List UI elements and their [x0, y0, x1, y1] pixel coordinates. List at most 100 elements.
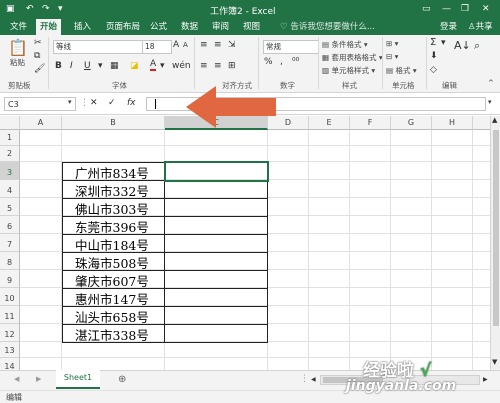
restore-icon[interactable]: ❐ [461, 4, 469, 14]
cell-b12[interactable]: 湛江市338号 [62, 324, 165, 343]
underline-dropdown-icon[interactable]: ▾ [98, 61, 103, 71]
active-cell-selection[interactable] [164, 161, 269, 182]
borders-icon[interactable]: ▦ [110, 61, 119, 71]
column-header-b[interactable]: B [62, 116, 165, 130]
find-select-icon[interactable]: ⌕ [474, 39, 480, 53]
cut-icon[interactable]: ✂ [34, 38, 42, 48]
wrap-text-icon[interactable]: ⇲ [228, 40, 236, 50]
cell-c9[interactable] [164, 270, 268, 289]
row-header[interactable]: 12 [0, 324, 20, 342]
tab-insert[interactable]: 插入 [70, 19, 95, 35]
cell-b8[interactable]: 珠海市508号 [62, 252, 165, 271]
tab-page-layout[interactable]: 页面布局 [102, 19, 144, 35]
autosum-icon[interactable]: Σ [430, 37, 436, 48]
cell-c4[interactable] [164, 180, 268, 199]
cell-b11[interactable]: 汕头市658号 [62, 306, 165, 325]
row-header[interactable]: 4 [0, 180, 20, 198]
paste-icon[interactable]: 📋 [8, 38, 28, 57]
row-header[interactable]: 11 [0, 306, 20, 324]
delete-cells-icon[interactable]: ⊟ ▾ [386, 52, 398, 61]
sort-filter-icon[interactable]: A↓ [454, 39, 471, 52]
insert-function-button[interactable]: fx [127, 98, 136, 108]
cell-styles-button[interactable]: ▨ 单元格样式 ▾ [322, 65, 375, 76]
enter-button[interactable]: ✓ [108, 98, 116, 108]
tab-review[interactable]: 审阅 [208, 19, 233, 35]
number-format-dropdown[interactable]: 常规 [263, 40, 319, 54]
font-color-button[interactable]: A [150, 59, 157, 71]
prev-sheet-icon[interactable]: ◀ [14, 375, 19, 383]
worksheet-grid[interactable]: A B C D E F G H 1 2 3 4 5 6 7 8 9 10 11 … [0, 116, 490, 370]
select-all-corner[interactable] [0, 116, 20, 130]
scroll-down-icon[interactable]: ▼ [492, 358, 497, 366]
minimize-icon[interactable]: — [442, 4, 451, 14]
cell-b10[interactable]: 惠州市147号 [62, 288, 165, 307]
scroll-up-icon[interactable]: ▲ [492, 116, 497, 124]
tab-file[interactable]: 文件 [6, 19, 31, 35]
cell-b6[interactable]: 东莞市396号 [62, 216, 165, 235]
row-header[interactable]: 2 [0, 146, 20, 162]
name-box[interactable]: C3 [4, 97, 76, 111]
align-top-icon[interactable]: ≡ [200, 40, 208, 50]
cell-c5[interactable] [164, 198, 268, 217]
resize-handle-icon[interactable]: ⋮ [80, 98, 89, 108]
insert-cells-icon[interactable]: ⊞ ▾ [386, 39, 398, 48]
expand-formula-bar-icon[interactable]: ▾ [488, 98, 492, 106]
add-sheet-icon[interactable]: ⊕ [118, 374, 126, 385]
save-icon[interactable]: ▣ [6, 4, 15, 14]
login-link[interactable]: 登录 [436, 19, 461, 35]
customize-qat-icon[interactable]: ▾ [58, 4, 63, 14]
row-header[interactable]: 10 [0, 288, 20, 306]
format-as-table-button[interactable]: ▦ 套用表格格式 ▾ [322, 52, 383, 63]
autosum-dropdown-icon[interactable]: ▾ [441, 38, 446, 48]
shrink-font-icon[interactable]: A [183, 41, 188, 49]
tab-split-handle-icon[interactable]: ⋮ [300, 374, 309, 384]
cell-c11[interactable] [164, 306, 268, 325]
underline-button[interactable]: U [84, 61, 91, 71]
fill-color-icon[interactable]: ◪ [130, 61, 139, 71]
row-header[interactable]: 5 [0, 198, 20, 216]
copy-icon[interactable]: ⧉ [34, 51, 40, 61]
row-header[interactable]: 14 [0, 358, 20, 370]
font-size-dropdown[interactable]: 18 [142, 40, 172, 54]
phonetic-icon[interactable]: wén [172, 61, 191, 71]
sheet-tab-sheet1[interactable]: Sheet1 [56, 370, 100, 389]
paste-label[interactable]: 粘贴 [10, 57, 25, 68]
next-sheet-icon[interactable]: ▶ [36, 375, 41, 383]
tab-formulas[interactable]: 公式 [146, 19, 171, 35]
cell-b4[interactable]: 深圳市332号 [62, 180, 165, 199]
collapse-ribbon-icon[interactable]: ^ [488, 79, 494, 87]
cell-b5[interactable]: 佛山市303号 [62, 198, 165, 217]
row-header[interactable]: 6 [0, 216, 20, 234]
cell-c6[interactable] [164, 216, 268, 235]
scroll-left-icon[interactable]: ◀ [311, 376, 316, 383]
row-header[interactable]: 9 [0, 270, 20, 288]
column-header-i[interactable] [473, 116, 490, 130]
cell-b3[interactable]: 广州市834号 [62, 162, 165, 181]
row-header[interactable]: 8 [0, 252, 20, 270]
tab-view[interactable]: 视图 [239, 19, 264, 35]
scroll-right-icon[interactable]: ▶ [483, 376, 488, 383]
decimal-icon[interactable]: ⁰⁰ [292, 57, 299, 67]
comma-icon[interactable]: , [280, 57, 283, 67]
merge-center-icon[interactable]: ⊞ [228, 61, 236, 71]
ribbon-options-icon[interactable]: ▭ [422, 4, 431, 14]
conditional-format-button[interactable]: ▤ 条件格式 ▾ [322, 39, 368, 50]
bold-button[interactable]: B [55, 61, 62, 71]
row-header[interactable]: 7 [0, 234, 20, 252]
cell-c12[interactable] [164, 324, 268, 343]
column-header-a[interactable]: A [20, 116, 62, 130]
column-header-h[interactable]: H [432, 116, 473, 130]
row-header[interactable]: 13 [0, 342, 20, 358]
format-painter-icon[interactable]: 🖌 [34, 64, 45, 74]
column-header-e[interactable]: E [309, 116, 350, 130]
row-header[interactable]: 1 [0, 130, 20, 146]
cell-b7[interactable]: 中山市184号 [62, 234, 165, 253]
row-header[interactable]: 3 [0, 162, 20, 180]
fill-icon[interactable]: ⬇ [430, 51, 438, 61]
format-cells-button[interactable]: ▤ 格式 ▾ [386, 65, 417, 76]
align-center-icon[interactable]: ≡ [214, 61, 222, 71]
cell-c7[interactable] [164, 234, 268, 253]
currency-icon[interactable]: % [264, 57, 273, 67]
cell-c8[interactable] [164, 252, 268, 271]
align-left-icon[interactable]: ≡ [200, 61, 208, 71]
